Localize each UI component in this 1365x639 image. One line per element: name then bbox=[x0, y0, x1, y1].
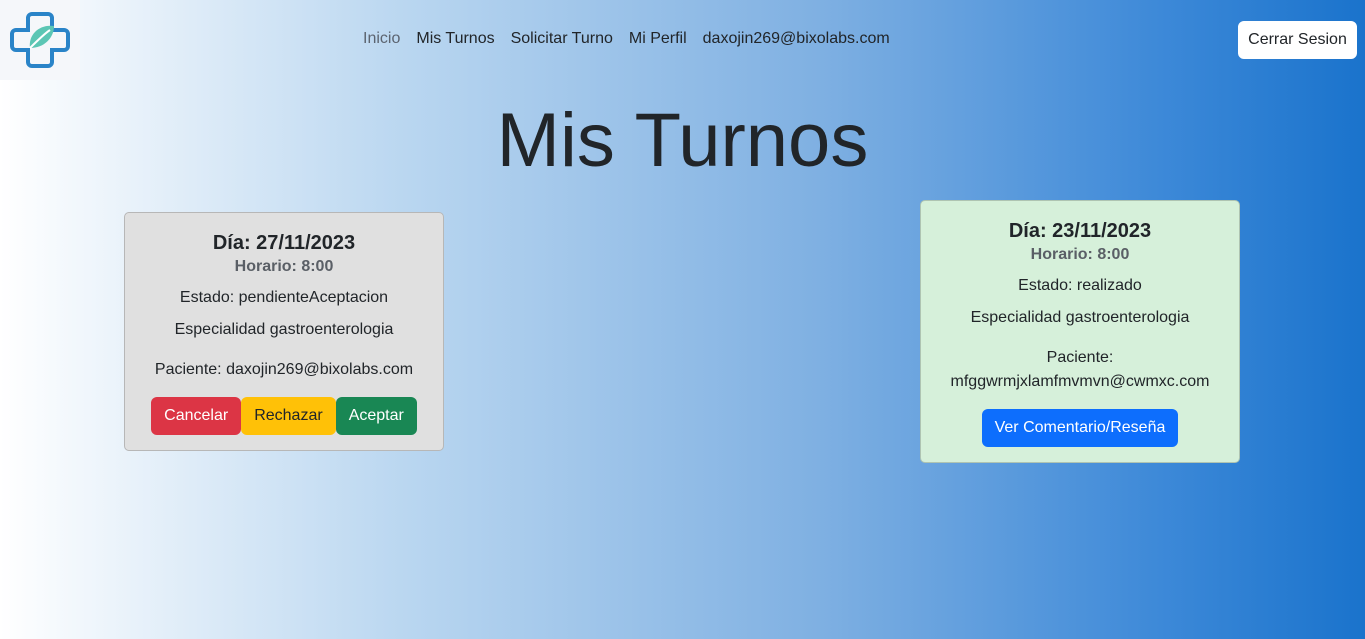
appointment-card-pending: Día: 27/11/2023 Horario: 8:00 Estado: pe… bbox=[124, 212, 444, 451]
page-title: Mis Turnos bbox=[496, 98, 869, 183]
card-day: Día: 27/11/2023 bbox=[212, 232, 356, 254]
card-specialty: Especialidad gastroenterologia bbox=[174, 321, 394, 338]
card-time: Horario: 8:00 bbox=[1030, 246, 1130, 263]
card-patient: Paciente: daxojin269@bixolabs.com bbox=[154, 361, 414, 378]
nav-link-mi-perfil[interactable]: Mi Perfil bbox=[621, 30, 695, 48]
card-time: Horario: 8:00 bbox=[234, 258, 334, 275]
card-specialty: Especialidad gastroenterologia bbox=[970, 309, 1190, 326]
appointment-card-done: Día: 23/11/2023 Horario: 8:00 Estado: re… bbox=[920, 200, 1240, 463]
card-status: Estado: pendienteAceptacion bbox=[179, 289, 389, 306]
view-review-button[interactable]: Ver Comentario/Reseña bbox=[981, 409, 1179, 447]
logo[interactable] bbox=[0, 0, 80, 80]
medical-cross-leaf-icon bbox=[10, 8, 70, 73]
cancel-button[interactable]: Cancelar bbox=[151, 397, 242, 435]
card-actions: Ver Comentario/Reseña bbox=[921, 409, 1239, 447]
logout-button[interactable]: Cerrar Sesion bbox=[1238, 21, 1357, 59]
navbar: Inicio Mis Turnos Solicitar Turno Mi Per… bbox=[0, 0, 1365, 80]
card-day: Día: 23/11/2023 bbox=[1008, 220, 1152, 242]
card-actions: Cancelar Rechazar Aceptar bbox=[125, 397, 443, 435]
nav-link-mis-turnos[interactable]: Mis Turnos bbox=[408, 30, 502, 48]
card-patient-email: mfggwrmjxlamfmvmvn@cwmxc.com bbox=[950, 373, 1210, 390]
nav-link-inicio[interactable]: Inicio bbox=[355, 30, 408, 48]
nav-link-solicitar-turno[interactable]: Solicitar Turno bbox=[503, 30, 621, 48]
card-patient-label: Paciente: bbox=[1046, 349, 1114, 366]
reject-button[interactable]: Rechazar bbox=[241, 397, 336, 435]
card-status: Estado: realizado bbox=[1018, 277, 1142, 294]
accept-button[interactable]: Aceptar bbox=[335, 397, 417, 435]
nav-links: Inicio Mis Turnos Solicitar Turno Mi Per… bbox=[355, 30, 898, 48]
nav-link-user-email[interactable]: daxojin269@bixolabs.com bbox=[695, 30, 898, 48]
